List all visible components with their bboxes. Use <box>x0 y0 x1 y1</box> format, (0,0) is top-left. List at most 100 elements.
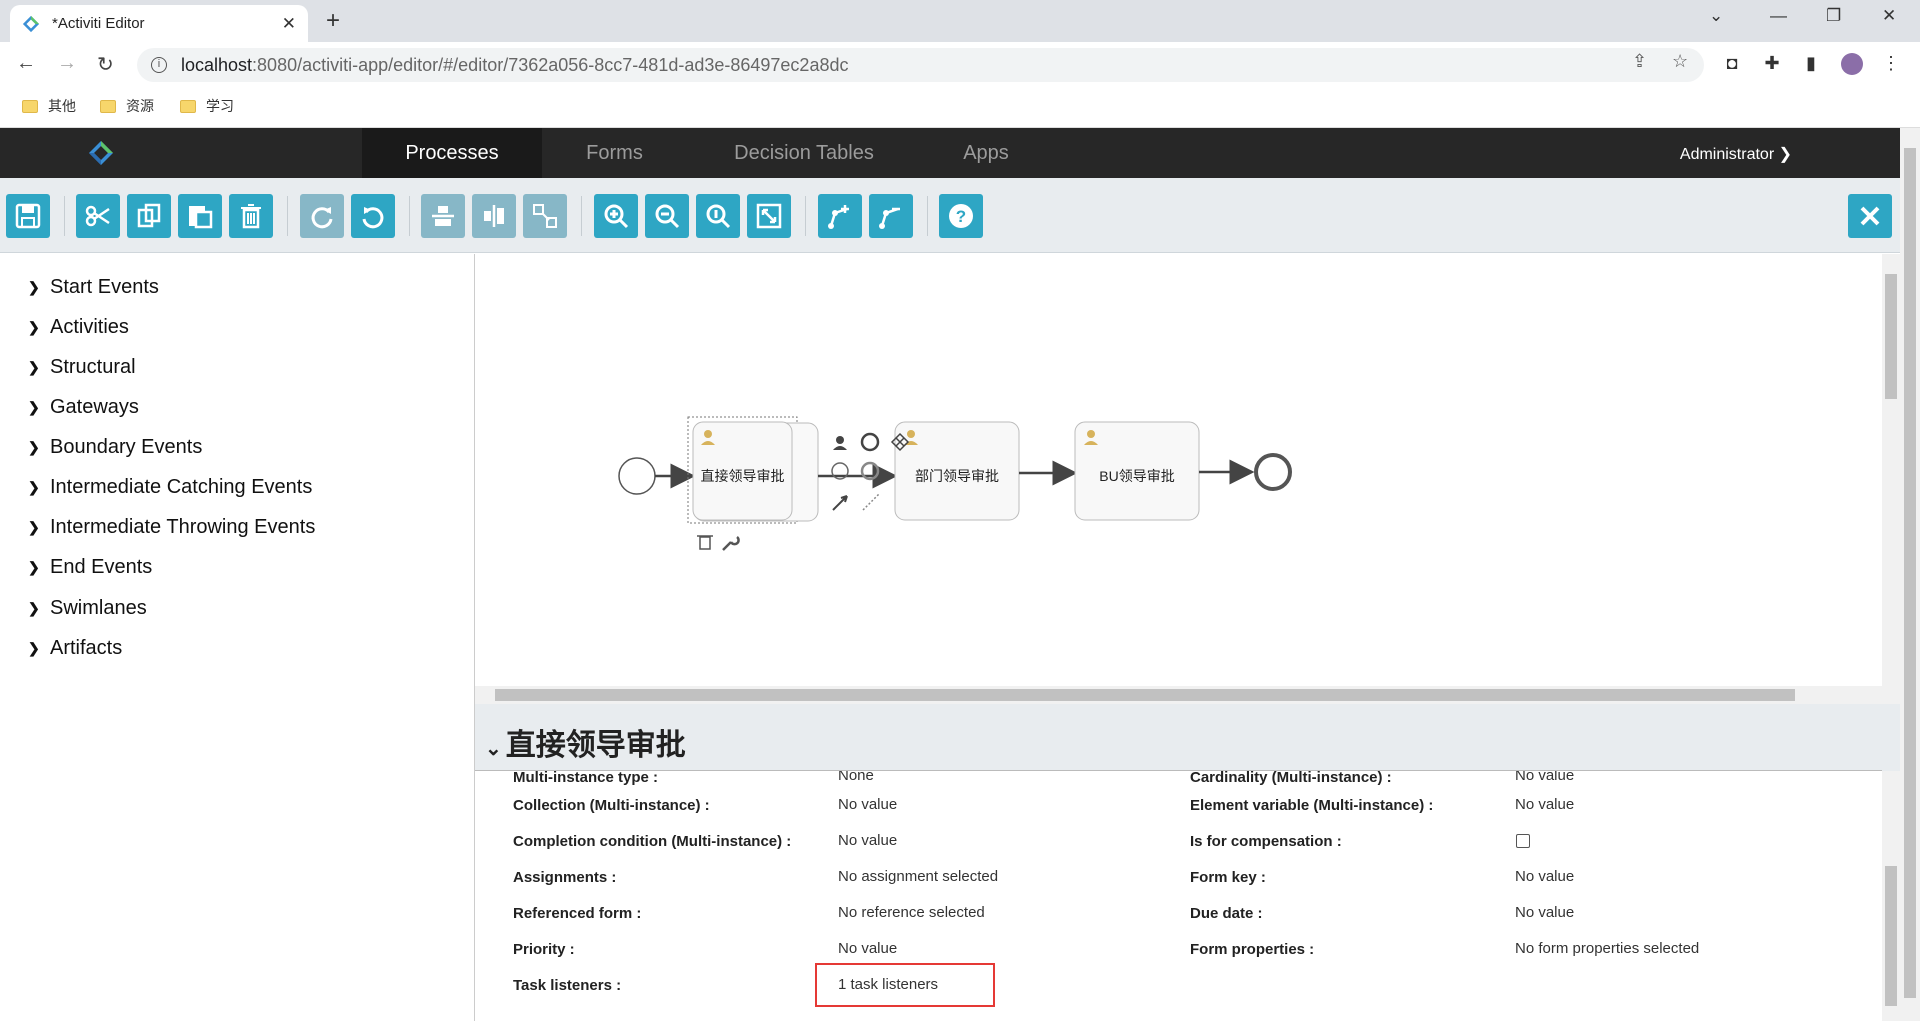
same-size-button[interactable] <box>523 194 567 238</box>
prop-value[interactable]: No value <box>838 940 897 957</box>
tab-search-chevron-icon[interactable]: ⌄ <box>1709 6 1723 26</box>
palette-group-swimlanes[interactable]: ❯ Swimlanes <box>28 597 147 620</box>
zoom-fit-button[interactable] <box>747 194 791 238</box>
delete-shape-icon[interactable] <box>697 535 713 550</box>
help-button[interactable]: ? <box>939 194 983 238</box>
close-editor-button[interactable] <box>1848 194 1892 238</box>
prop-value[interactable]: No reference selected <box>838 904 985 921</box>
bookmark-folder[interactable]: 学习 <box>180 96 234 116</box>
page-scrollbar[interactable] <box>1900 128 1920 1021</box>
save-icon <box>15 203 41 229</box>
properties-title[interactable]: ⌄ 直接领导审批 <box>485 720 686 764</box>
paste-button[interactable] <box>178 194 222 238</box>
align-vertical-icon <box>432 206 454 226</box>
site-info-icon[interactable]: i <box>151 57 167 73</box>
prop-value[interactable]: No value <box>838 796 897 813</box>
end-event[interactable] <box>1254 453 1292 491</box>
prop-value[interactable]: No value <box>1515 868 1574 885</box>
prop-label: Cardinality (Multi-instance) : <box>1190 771 1392 786</box>
palette-group-activities[interactable]: ❯ Activities <box>28 316 129 339</box>
quick-add-end-event-icon[interactable] <box>860 432 880 452</box>
prop-label: Form key : <box>1190 869 1266 886</box>
help-icon: ? <box>949 204 973 228</box>
back-icon[interactable]: ← <box>16 52 36 75</box>
diagram-canvas[interactable]: 直接领导审批 部门领导审批 BU领导审批 <box>475 254 1900 704</box>
new-tab-icon[interactable]: + <box>326 7 340 35</box>
url-text: localhost:8080/activiti-app/editor/#/edi… <box>181 54 849 75</box>
bookmark-folder[interactable]: 资源 <box>100 96 154 116</box>
chrome-menu-icon[interactable]: ⋮ <box>1880 53 1902 75</box>
palette-group-intermediate-catching-events[interactable]: ❯ Intermediate Catching Events <box>28 476 312 499</box>
prop-value[interactable]: No value <box>1515 904 1574 921</box>
zoom-actual-button[interactable] <box>696 194 740 238</box>
bookmark-folder[interactable]: 其他 <box>22 96 76 116</box>
bookmark-star-icon[interactable]: ☆ <box>1672 51 1688 72</box>
restore-icon[interactable]: ❐ <box>1826 6 1841 26</box>
delete-button[interactable] <box>229 194 273 238</box>
prop-label: Due date : <box>1190 905 1263 922</box>
add-bendpoint-button[interactable] <box>818 194 862 238</box>
nav-apps[interactable]: Apps <box>930 128 1042 178</box>
zoom-in-icon <box>604 204 629 229</box>
browser-tab[interactable]: *Activiti Editor ✕ <box>10 5 308 42</box>
cut-icon <box>85 205 110 227</box>
puzzle-icon[interactable]: ✚ <box>1761 53 1783 75</box>
remove-bendpoint-button[interactable] <box>869 194 913 238</box>
extension-icon[interactable]: ◘ <box>1721 53 1743 75</box>
save-button[interactable] <box>6 194 50 238</box>
prop-value[interactable]: None <box>838 771 874 784</box>
activiti-logo-icon[interactable] <box>88 140 114 166</box>
palette-group-structural[interactable]: ❯ Structural <box>28 356 136 379</box>
quick-association-icon[interactable] <box>862 493 880 511</box>
window-close-icon[interactable]: ✕ <box>1882 6 1896 26</box>
prop-value[interactable]: No value <box>1515 771 1574 784</box>
prop-value[interactable]: No form properties selected <box>1515 940 1699 957</box>
task-1-label: 直接领导审批 <box>700 468 785 484</box>
prop-label: Referenced form : <box>513 905 642 922</box>
chevron-down-icon: ⌄ <box>485 738 502 760</box>
nav-decision-tables[interactable]: Decision Tables <box>710 128 898 178</box>
quick-connector-icon[interactable] <box>832 495 848 511</box>
redo-button[interactable] <box>300 194 344 238</box>
prop-value[interactable]: No value <box>1515 796 1574 813</box>
side-panel-icon[interactable]: ▮ <box>1800 53 1822 75</box>
folder-icon <box>100 99 116 113</box>
browser-tab-bar: *Activiti Editor ✕ + ⌄ — ❐ ✕ <box>0 0 1920 42</box>
compensation-checkbox[interactable] <box>1516 834 1530 848</box>
zoom-in-button[interactable] <box>594 194 638 238</box>
canvas-horizontal-scrollbar[interactable] <box>475 686 1882 704</box>
zoom-out-icon <box>655 204 680 229</box>
align-horizontal-button[interactable] <box>472 194 516 238</box>
copy-icon <box>137 203 161 228</box>
palette-group-end-events[interactable]: ❯ End Events <box>28 556 152 579</box>
prop-value[interactable]: No value <box>838 832 897 849</box>
palette-group-boundary-events[interactable]: ❯ Boundary Events <box>28 436 202 459</box>
copy-button[interactable] <box>127 194 171 238</box>
minimize-icon[interactable]: — <box>1770 6 1787 26</box>
tab-close-icon[interactable]: ✕ <box>282 14 296 34</box>
canvas-vertical-scrollbar[interactable] <box>1882 254 1900 704</box>
user-menu[interactable]: Administrator ❯ <box>1680 144 1792 164</box>
zoom-out-button[interactable] <box>645 194 689 238</box>
reload-icon[interactable]: ↻ <box>97 52 114 77</box>
align-vertical-button[interactable] <box>421 194 465 238</box>
forward-icon[interactable]: → <box>57 52 77 75</box>
palette-group-gateways[interactable]: ❯ Gateways <box>28 396 139 419</box>
nav-forms[interactable]: Forms <box>542 128 687 178</box>
nav-processes[interactable]: Processes <box>362 128 542 178</box>
wrench-icon[interactable] <box>722 536 740 551</box>
cut-button[interactable] <box>76 194 120 238</box>
quick-add-user-task-icon[interactable] <box>833 436 847 450</box>
properties-grid: Multi-instance type : None Collection (M… <box>475 771 1882 1021</box>
chevron-right-icon: ❯ <box>28 319 40 335</box>
share-icon[interactable]: ⇪ <box>1632 51 1647 72</box>
profile-avatar[interactable] <box>1841 53 1863 75</box>
palette-group-start-events[interactable]: ❯ Start Events <box>28 276 159 299</box>
palette-group-intermediate-throwing-events[interactable]: ❯ Intermediate Throwing Events <box>28 516 315 539</box>
palette-group-artifacts[interactable]: ❯ Artifacts <box>28 637 122 660</box>
properties-scrollbar[interactable] <box>1882 771 1900 1021</box>
undo-button[interactable] <box>351 194 395 238</box>
address-bar[interactable]: i localhost:8080/activiti-app/editor/#/e… <box>137 48 1704 82</box>
start-event[interactable] <box>618 457 656 495</box>
prop-value[interactable]: No assignment selected <box>838 868 998 885</box>
